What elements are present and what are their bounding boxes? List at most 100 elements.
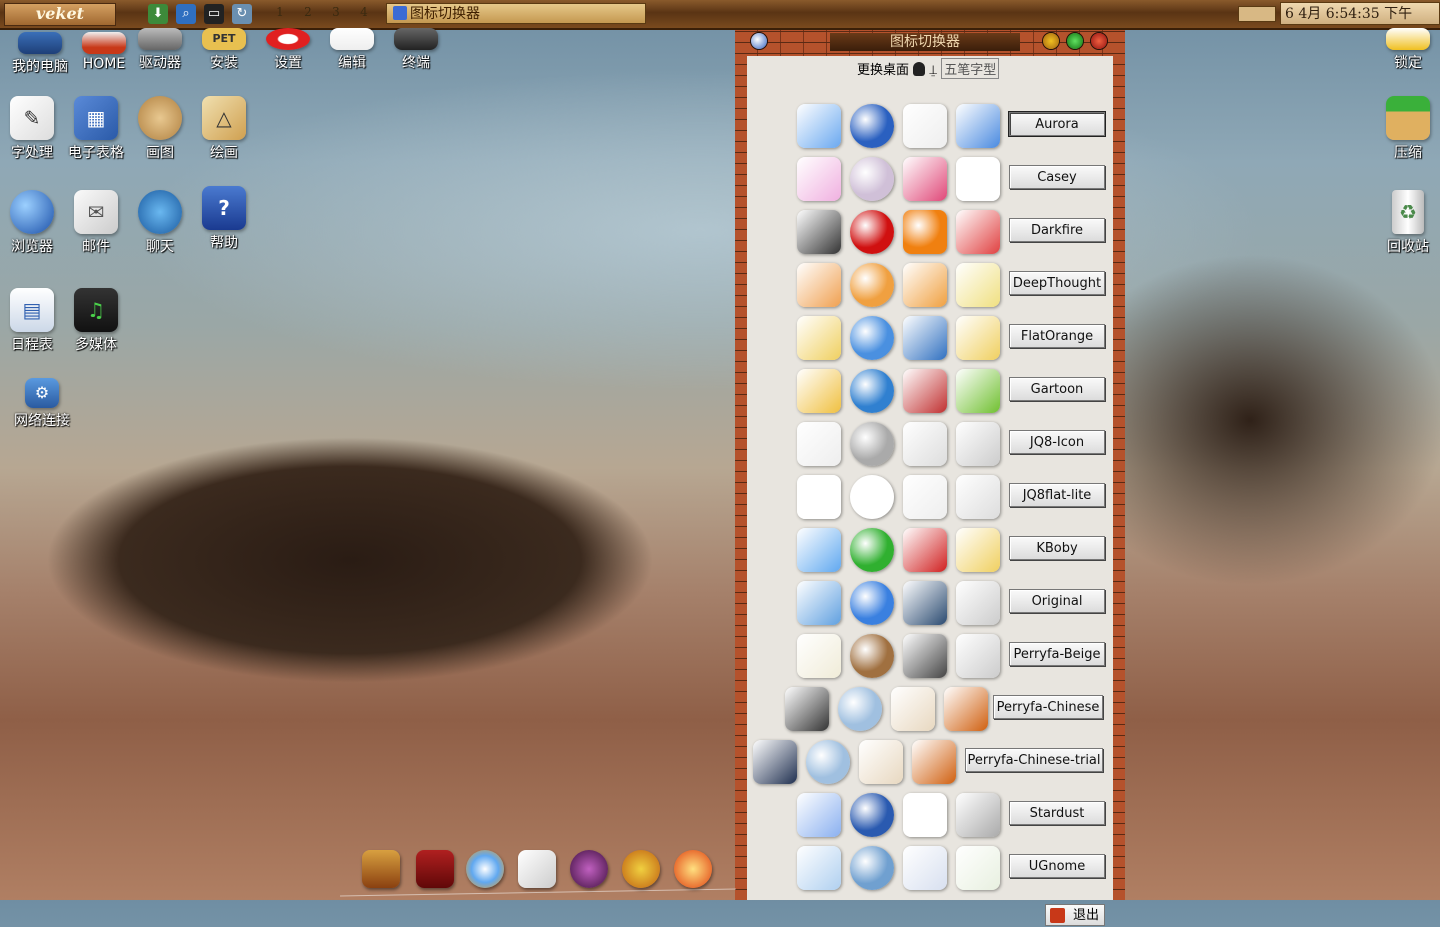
theme-button-original[interactable]: Original [1009, 589, 1105, 613]
palace-icon[interactable] [362, 850, 400, 888]
desktop-icon-my-computer[interactable]: 我的电脑 [8, 32, 72, 76]
workspace-1[interactable]: 1 [270, 5, 290, 19]
desktop-icon-help[interactable]: ? 帮助 [192, 186, 256, 252]
desktop-icon-multimedia[interactable]: ♫ 多媒体 [64, 288, 128, 354]
desktop-icon-terminal[interactable]: 终端 [384, 28, 448, 72]
theme-button-gartoon[interactable]: Gartoon [1009, 377, 1105, 401]
desktop-icon-mail[interactable]: ✉ 邮件 [64, 190, 128, 256]
theme-preview-icon [850, 369, 894, 413]
minimize-button[interactable] [1043, 33, 1059, 49]
window-title: 图标切换器 [830, 33, 1020, 51]
ime-indicator[interactable]: 五笔字型 [941, 58, 1000, 79]
icon-label: 编辑 [338, 55, 366, 71]
computer-icon [18, 32, 62, 54]
switcher-body: 更换桌面 ⍊ 五笔字型 Aurora Casey Darkfire DeepThoug… [747, 56, 1113, 926]
theme-preview-icon [850, 210, 894, 254]
theme-button-kboby[interactable]: KBoby [1009, 536, 1105, 560]
theme-row-perryfa-chinese: Perryfa-Chinese [747, 683, 1113, 736]
fire-icon[interactable] [674, 850, 712, 888]
desktop-icon-lock[interactable]: 锁定 [1376, 28, 1440, 72]
desktop-icon-trash[interactable]: ♻ 回收站 [1376, 190, 1440, 256]
ball-icon[interactable] [466, 850, 504, 888]
desktop-icon-editor[interactable]: 编辑 [320, 28, 384, 72]
theme-row-gartoon: Gartoon [747, 365, 1113, 418]
cards-icon[interactable] [518, 850, 556, 888]
icon-label: 驱动器 [139, 55, 181, 71]
desktop-icon-draw[interactable]: △ 绘画 [192, 96, 256, 162]
workspace-pager: 1 2 3 4 [270, 5, 374, 19]
desktop-icon-compress[interactable]: 压缩 [1376, 96, 1440, 162]
workspace-2[interactable]: 2 [298, 5, 318, 19]
theme-preview-icon [850, 263, 894, 307]
desktop-icon-settings[interactable]: 设置 [256, 28, 320, 72]
theme-preview-icon [850, 157, 894, 201]
exit-icon [1050, 908, 1065, 923]
theme-preview-icon [850, 316, 894, 360]
theme-button-ugnome[interactable]: UGnome [1009, 854, 1105, 878]
red-book-icon[interactable] [416, 850, 454, 888]
theme-preview-icon [797, 104, 841, 148]
theme-button-aurora[interactable]: Aurora [1009, 112, 1105, 136]
theme-button-jq8-icon[interactable]: JQ8-Icon [1009, 430, 1105, 454]
music-icon[interactable] [570, 850, 608, 888]
theme-preview-icon [806, 740, 850, 784]
terminal-icon[interactable]: ▭ [204, 4, 224, 24]
maximize-button[interactable] [1067, 33, 1083, 49]
icon-label: 我的电脑 [12, 59, 68, 75]
close-button[interactable] [1091, 33, 1107, 49]
desktop-icon-drives[interactable]: 驱动器 [128, 28, 192, 72]
search-icon[interactable]: ⌕ [176, 4, 196, 24]
theme-preview-icon [797, 157, 841, 201]
theme-button-perryfa-chinese[interactable]: Perryfa-Chinese [993, 695, 1103, 719]
workspace-3[interactable]: 3 [326, 5, 346, 19]
desktop-icon-install[interactable]: PET 安装 [192, 28, 256, 72]
switch-desktop-row: 更换桌面 ⍊ 五笔字型 [857, 58, 1000, 79]
theme-preview-icon [797, 846, 841, 890]
theme-row-ugnome: UGnome [747, 842, 1113, 895]
theme-button-deepthought[interactable]: DeepThought [1009, 271, 1105, 295]
desktop-icon-network[interactable]: ⚙ 网络连接 [10, 378, 74, 430]
theme-preview-icon [850, 581, 894, 625]
network-gear-icon: ⚙ [25, 378, 59, 408]
desktop-icon-browser[interactable]: 浏览器 [0, 190, 64, 256]
theme-preview-icon [912, 740, 956, 784]
veket-menu-button[interactable]: veket [4, 3, 116, 26]
install-icon[interactable]: ⬇ [148, 4, 168, 24]
theme-preview-icon [797, 793, 841, 837]
yinyang-icon[interactable] [622, 850, 660, 888]
pet-package-icon: PET [202, 28, 246, 50]
desktop-icon-paint[interactable]: 画图 [128, 96, 192, 162]
theme-button-jq8flat-lite[interactable]: JQ8flat-lite [1009, 483, 1105, 507]
clock[interactable]: 6 4月 6:54:35 下午 [1280, 2, 1440, 25]
taskbar-button-icon-switcher[interactable]: 图标切换器 [386, 3, 646, 24]
theme-button-perryfa-beige[interactable]: Perryfa-Beige [1009, 642, 1105, 666]
window-menu-icon[interactable] [751, 33, 767, 49]
theme-row-aurora: Aurora [747, 100, 1113, 153]
desktop-icon-word-processor[interactable]: ✎ 字处理 [0, 96, 64, 162]
desktop-icon-chat[interactable]: 聊天 [128, 190, 192, 256]
theme-button-perryfa-chinese-trial[interactable]: Perryfa-Chinese-trial [965, 748, 1103, 772]
theme-button-casey[interactable]: Casey [1009, 165, 1105, 189]
theme-preview-icon [903, 634, 947, 678]
theme-preview-icon [956, 793, 1000, 837]
refresh-icon[interactable]: ↻ [232, 4, 252, 24]
icon-label: 聊天 [146, 239, 174, 255]
theme-button-stardust[interactable]: Stardust [1009, 801, 1105, 825]
desktop-icon-spreadsheet[interactable]: ▦ 电子表格 [64, 96, 128, 162]
icon-label: 压缩 [1394, 145, 1422, 161]
exit-button[interactable]: 退出 [1045, 904, 1105, 926]
theme-button-flatorange[interactable]: FlatOrange [1009, 324, 1105, 348]
theme-row-perryfa-chinese-trial: Perryfa-Chinese-trial [747, 736, 1113, 789]
theme-preview-icon [903, 846, 947, 890]
theme-preview-icon [956, 157, 1000, 201]
theme-button-darkfire[interactable]: Darkfire [1009, 218, 1105, 242]
quick-launchers: ⬇ ⌕ ▭ ↻ [148, 4, 252, 24]
system-tray[interactable] [1238, 6, 1276, 22]
globe-icon [10, 190, 54, 234]
desktop-icon-home[interactable]: HOME [72, 32, 136, 72]
desktop-icon-calendar[interactable]: ▤ 日程表 [0, 288, 64, 354]
workspace-4[interactable]: 4 [354, 5, 374, 19]
penguin-icon [913, 62, 926, 76]
icon-label: 设置 [274, 55, 302, 71]
top-panel: veket ⬇ ⌕ ▭ ↻ 1 2 3 4 图标切换器 6 4月 6:54:35… [0, 0, 1440, 30]
